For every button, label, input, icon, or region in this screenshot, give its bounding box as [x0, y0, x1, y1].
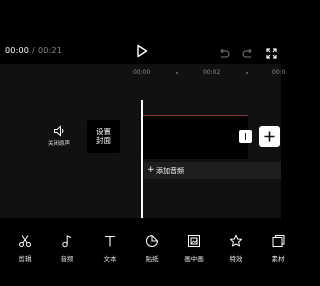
undo-icon [220, 48, 230, 58]
ruler-label: 00:00 [133, 69, 151, 76]
add-clip-button[interactable] [259, 126, 280, 147]
play-icon [137, 44, 148, 58]
effects-star-icon [229, 234, 243, 247]
clip-top-edge [142, 115, 248, 116]
tool-pip[interactable]: 画中画 [177, 234, 211, 268]
current-time: 00:00 [5, 46, 30, 55]
sticker-icon [146, 234, 159, 247]
music-note-icon [62, 235, 72, 248]
scissors-icon [19, 235, 31, 247]
tool-text-label: 文本 [103, 255, 117, 263]
fullscreen-button[interactable] [266, 44, 277, 59]
total-time: 00:21 [38, 46, 63, 55]
playback-control-bar: 00:00 / 00:21 [0, 38, 281, 64]
playhead[interactable] [141, 100, 143, 219]
time-separator: / [32, 46, 35, 55]
video-clip-track[interactable] [142, 115, 248, 159]
timeline-area: 关闭原声 设置 封面 + 添加音频 [0, 80, 281, 219]
play-button[interactable] [136, 43, 148, 58]
mute-label: 关闭原声 [47, 141, 70, 147]
tool-edit[interactable]: 剪辑 [8, 234, 42, 268]
tool-sticker-label: 贴纸 [145, 255, 159, 263]
handle-bar-icon [245, 133, 246, 140]
undo-button[interactable] [218, 44, 230, 58]
tool-material[interactable]: 素材 [261, 234, 295, 268]
time-ruler[interactable]: 00:00 00:02 00:0 [0, 64, 285, 80]
tool-edit-label: 剪辑 [18, 255, 32, 263]
tool-sticker[interactable]: 贴纸 [135, 234, 169, 268]
tool-pip-label: 画中画 [184, 255, 204, 263]
add-audio-label: 添加音频 [156, 167, 184, 175]
tool-effects[interactable]: 特效 [219, 234, 253, 268]
text-icon [105, 235, 115, 247]
ruler-dot [176, 72, 178, 74]
add-audio-button[interactable]: + 添加音频 [144, 162, 281, 179]
speaker-icon [54, 125, 64, 137]
tool-audio[interactable]: 音频 [50, 234, 84, 268]
ruler-label: 00:02 [203, 69, 221, 76]
tool-audio-label: 音频 [60, 255, 74, 263]
video-preview[interactable] [0, 0, 281, 38]
add-audio-plus-icon: + [147, 165, 155, 175]
bottom-toolbar: 剪辑 音频 文本 贴纸 画中画 特效 素材 [0, 218, 285, 286]
tool-effects-label: 特效 [229, 255, 243, 263]
tool-text[interactable]: 文本 [93, 234, 127, 268]
set-cover-line2: 封面 [96, 136, 111, 145]
set-cover-button[interactable]: 设置 封面 [87, 120, 120, 153]
set-cover-label: 设置 封面 [87, 127, 120, 145]
picture-in-picture-icon [188, 235, 200, 247]
tool-material-label: 素材 [271, 255, 285, 263]
ruler-label: 00:0 [272, 69, 286, 76]
ruler-dot [246, 72, 248, 74]
fullscreen-icon [266, 48, 277, 59]
set-cover-line1: 设置 [96, 127, 111, 136]
redo-icon [242, 48, 252, 58]
plus-icon [264, 131, 275, 142]
redo-button[interactable] [242, 44, 254, 58]
mute-original-sound-button[interactable]: 关闭原声 [44, 122, 74, 152]
material-icon [272, 235, 285, 247]
clip-end-handle[interactable] [239, 130, 252, 143]
